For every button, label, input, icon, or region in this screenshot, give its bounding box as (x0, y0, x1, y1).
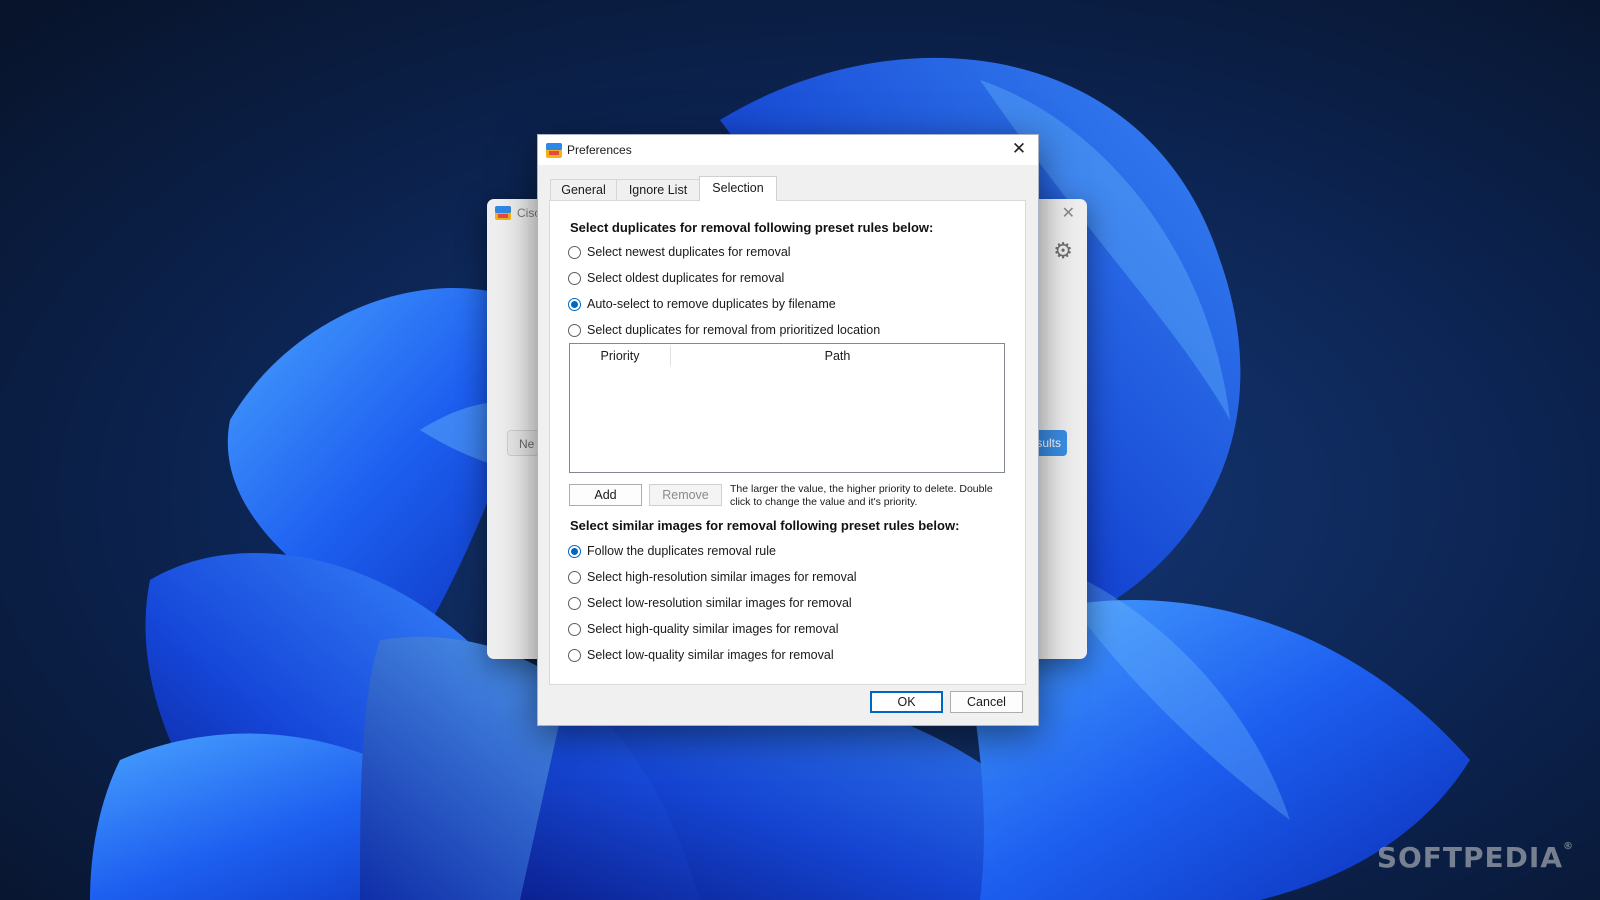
radio-select-oldest[interactable]: Select oldest duplicates for removal (568, 269, 784, 287)
watermark-text: SOFTPEDIA (1376, 841, 1563, 874)
remove-location-button[interactable]: Remove (649, 484, 722, 506)
tab-ignore-list[interactable]: Ignore List (616, 179, 700, 200)
radio-button-checked[interactable] (568, 544, 581, 558)
selection-tab-panel: Select duplicates for removal following … (549, 200, 1026, 685)
radio-label: Select oldest duplicates for removal (587, 271, 785, 285)
radio-button[interactable] (568, 245, 581, 259)
radio-button-checked[interactable] (568, 297, 581, 311)
radio-label: Select low-resolution similar images for… (587, 596, 852, 610)
registered-mark: ® (1563, 841, 1574, 852)
radio-follow-duplicates-rule[interactable]: Follow the duplicates removal rule (568, 542, 776, 560)
dialog-title: Preferences (567, 143, 632, 157)
radio-prioritized-location[interactable]: Select duplicates for removal from prior… (568, 321, 880, 339)
radio-low-quality[interactable]: Select low-quality similar images for re… (568, 646, 834, 664)
priority-hint-text: The larger the value, the higher priorit… (730, 483, 993, 508)
radio-button[interactable] (568, 323, 581, 337)
app-icon (546, 143, 562, 158)
ok-button[interactable]: OK (870, 691, 943, 713)
add-location-button[interactable]: Add (569, 484, 642, 506)
radio-label: Select newest duplicates for removal (587, 245, 791, 259)
tab-general[interactable]: General (550, 179, 617, 200)
radio-low-resolution[interactable]: Select low-resolution similar images for… (568, 594, 852, 612)
preferences-dialog: Preferences ✕ General Ignore List Select… (537, 134, 1039, 726)
radio-button[interactable] (568, 648, 581, 662)
tab-selection[interactable]: Selection (699, 176, 777, 201)
radio-button[interactable] (568, 622, 581, 636)
softpedia-watermark: SOFTPEDIA® (1377, 841, 1574, 874)
cancel-button[interactable]: Cancel (950, 691, 1023, 713)
similar-section-heading: Select similar images for removal follow… (570, 518, 960, 533)
app-icon (495, 206, 511, 220)
radio-high-resolution[interactable]: Select high-resolution similar images fo… (568, 568, 857, 586)
duplicates-section-heading: Select duplicates for removal following … (570, 220, 934, 235)
radio-button[interactable] (568, 596, 581, 610)
column-header-path[interactable]: Path (671, 344, 1004, 368)
radio-label: Select high-resolution similar images fo… (587, 570, 857, 584)
radio-select-newest[interactable]: Select newest duplicates for removal (568, 243, 791, 261)
radio-label: Select duplicates for removal from prior… (587, 323, 881, 337)
priority-path-list[interactable]: Priority Path (569, 343, 1005, 473)
radio-high-quality[interactable]: Select high-quality similar images for r… (568, 620, 838, 638)
radio-label: Select high-quality similar images for r… (587, 622, 839, 636)
column-header-priority[interactable]: Priority (570, 344, 670, 368)
radio-auto-select-filename[interactable]: Auto-select to remove duplicates by file… (568, 295, 836, 313)
radio-button[interactable] (568, 570, 581, 584)
radio-label: Follow the duplicates removal rule (587, 544, 776, 558)
radio-label: Auto-select to remove duplicates by file… (587, 297, 836, 311)
close-icon[interactable]: ✕ (1062, 203, 1075, 223)
gear-icon[interactable]: ⚙ (1053, 240, 1073, 262)
radio-label: Select low-quality similar images for re… (587, 648, 834, 662)
dialog-titlebar: Preferences ✕ (538, 135, 1038, 165)
close-icon[interactable]: ✕ (1008, 138, 1030, 160)
radio-button[interactable] (568, 271, 581, 285)
